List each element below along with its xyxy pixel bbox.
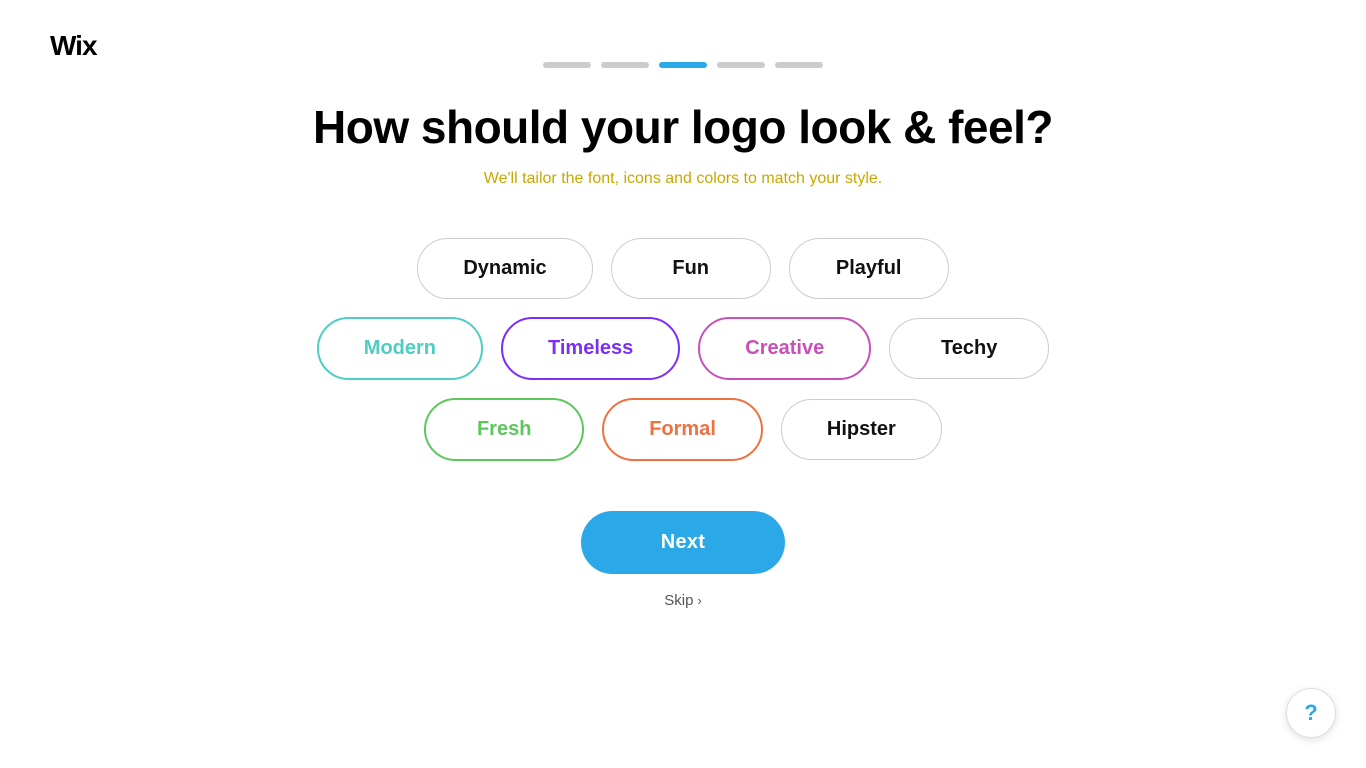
option-fun[interactable]: Fun (611, 238, 771, 299)
progress-bar (543, 62, 823, 68)
option-dynamic[interactable]: Dynamic (417, 238, 592, 299)
option-modern[interactable]: Modern (317, 317, 483, 380)
progress-step-5 (775, 62, 823, 68)
option-creative[interactable]: Creative (698, 317, 871, 380)
option-timeless[interactable]: Timeless (501, 317, 680, 380)
option-fresh[interactable]: Fresh (424, 398, 584, 461)
options-grid: Dynamic Fun Playful Modern Timeless Crea… (317, 238, 1049, 461)
option-playful[interactable]: Playful (789, 238, 949, 299)
next-button[interactable]: Next (581, 511, 786, 574)
options-row-3: Fresh Formal Hipster (424, 398, 942, 461)
chevron-right-icon: › (697, 593, 701, 608)
option-formal[interactable]: Formal (602, 398, 763, 461)
progress-step-2 (601, 62, 649, 68)
option-hipster[interactable]: Hipster (781, 399, 942, 460)
wix-logo: Wix (50, 30, 97, 62)
option-techy[interactable]: Techy (889, 318, 1049, 379)
help-button[interactable]: ? (1286, 688, 1336, 738)
page-subtitle: We'll tailor the font, icons and colors … (484, 170, 883, 188)
main-content: How should your logo look & feel? We'll … (0, 100, 1366, 609)
progress-step-3 (659, 62, 707, 68)
options-row-1: Dynamic Fun Playful (417, 238, 948, 299)
progress-step-1 (543, 62, 591, 68)
skip-link[interactable]: Skip › (664, 592, 702, 609)
page-title: How should your logo look & feel? (313, 100, 1053, 154)
progress-step-4 (717, 62, 765, 68)
logo-text: Wix (50, 30, 97, 61)
options-row-2: Modern Timeless Creative Techy (317, 317, 1049, 380)
skip-label: Skip (664, 592, 693, 609)
